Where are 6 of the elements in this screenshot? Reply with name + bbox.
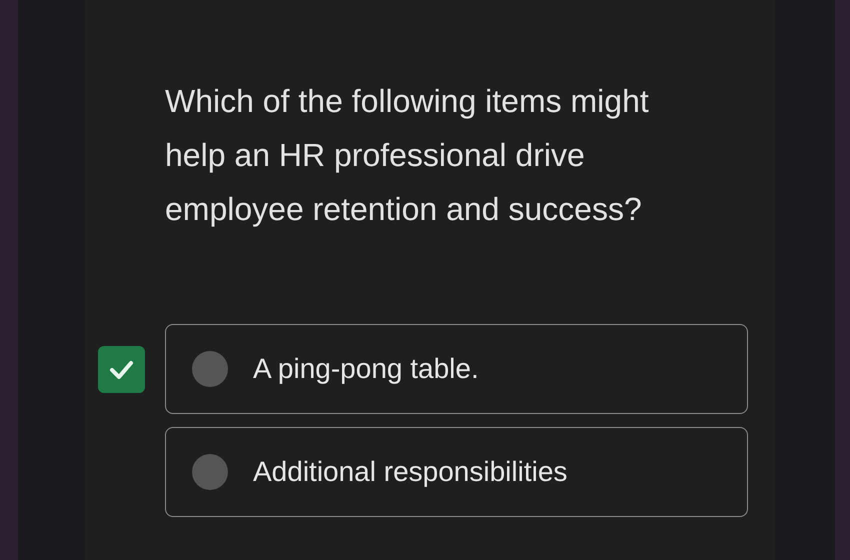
checkbox-icon[interactable] <box>98 346 145 392</box>
answer-option[interactable]: A ping-pong table. <box>165 324 748 414</box>
radio-button[interactable] <box>192 454 228 490</box>
answer-option[interactable]: Additional responsibilities <box>165 427 748 517</box>
radio-button[interactable] <box>192 351 228 387</box>
question-text: Which of the following items might help an HR professional drive employee retention and success? <box>165 82 650 229</box>
